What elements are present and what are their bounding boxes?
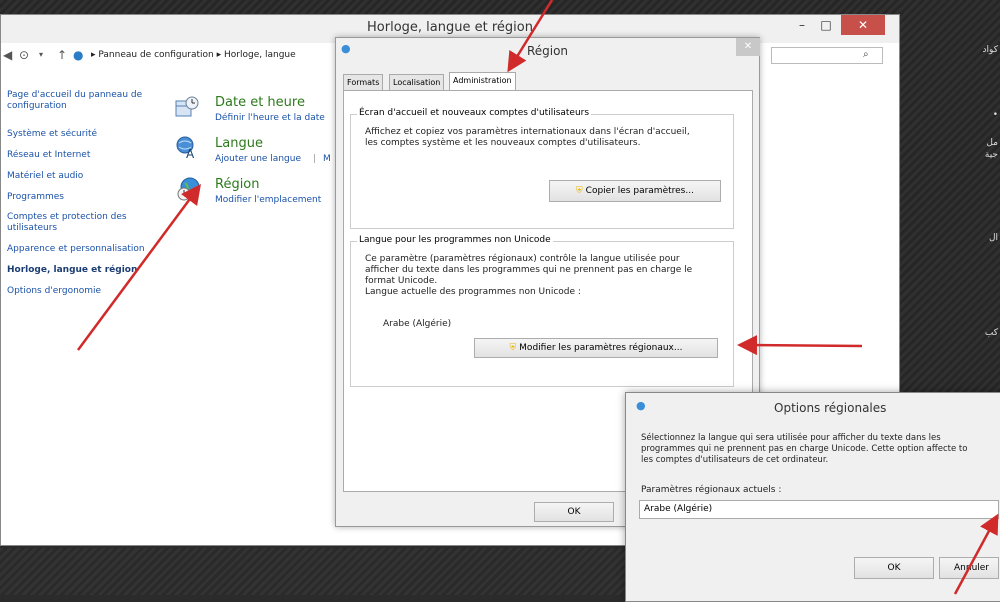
annotation-arrows bbox=[76, 0, 999, 595]
annotation-arrow-region bbox=[76, 183, 201, 351]
annotation-arrow-locale-select bbox=[953, 513, 999, 595]
annotation-arrow-administration bbox=[507, 0, 554, 73]
annotation-arrow-change-locale bbox=[737, 335, 863, 356]
